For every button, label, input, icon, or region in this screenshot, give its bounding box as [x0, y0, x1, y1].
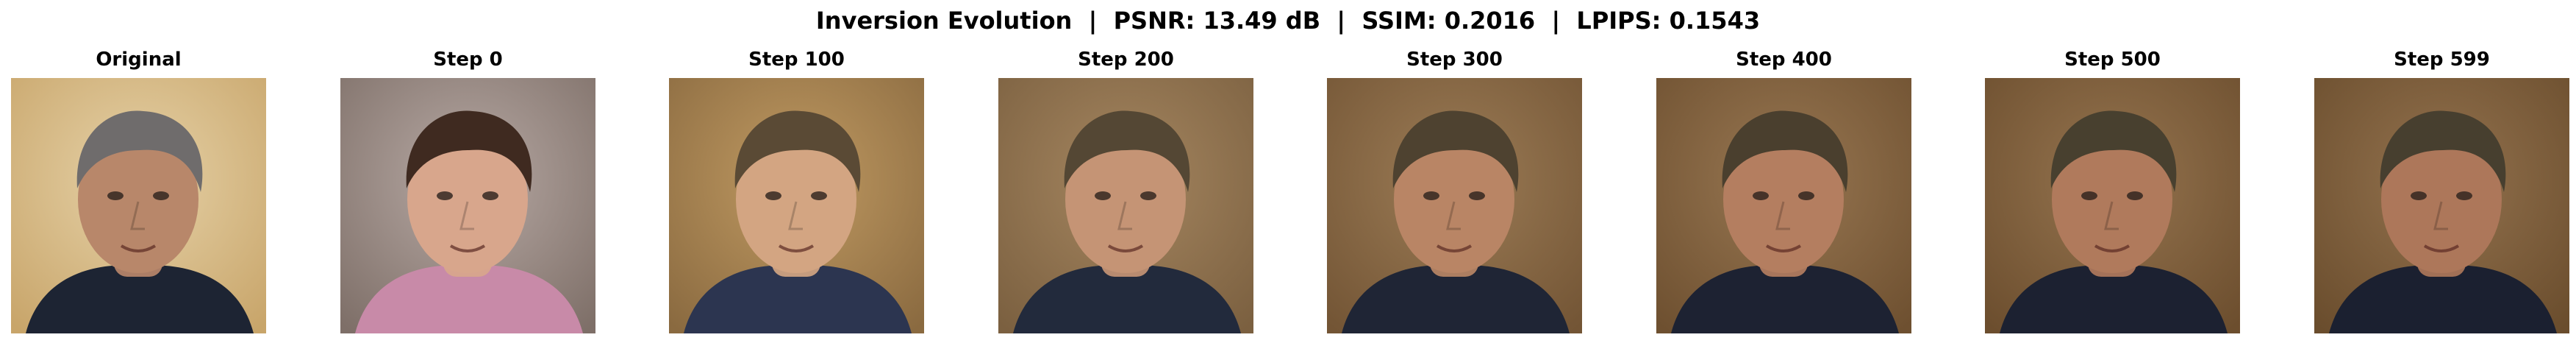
figure-title: Inversion Evolution | PSNR: 13.49 dB | S…	[815, 7, 1761, 35]
panel-title: Step 200	[1078, 49, 1174, 71]
face-step-300-reconstruction	[1327, 78, 1582, 333]
face-image	[1656, 78, 1911, 333]
face-image	[2314, 78, 2569, 333]
panel-title: Original	[96, 49, 182, 71]
figure: Inversion Evolution | PSNR: 13.49 dB | S…	[0, 0, 2576, 343]
face-step-599-reconstruction	[2314, 78, 2569, 333]
panel-title: Step 100	[748, 49, 845, 71]
face-step-500-reconstruction	[1985, 78, 2240, 333]
face-image	[340, 78, 595, 333]
face-image	[669, 78, 924, 333]
face-image	[1985, 78, 2240, 333]
panel-title: Step 500	[2064, 49, 2161, 71]
face-step-0-reconstruction	[340, 78, 595, 333]
face-original-photo	[11, 78, 266, 333]
face-step-200-reconstruction	[998, 78, 1253, 333]
panel-title: Step 300	[1406, 49, 1503, 71]
panel-title: Step 400	[1736, 49, 1832, 71]
panel-title: Step 599	[2394, 49, 2490, 71]
face-image	[11, 78, 266, 333]
panel-title: Step 0	[433, 49, 503, 71]
face-step-400-reconstruction	[1656, 78, 1911, 333]
face-step-100-reconstruction	[669, 78, 924, 333]
face-image	[998, 78, 1253, 333]
face-image	[1327, 78, 1582, 333]
